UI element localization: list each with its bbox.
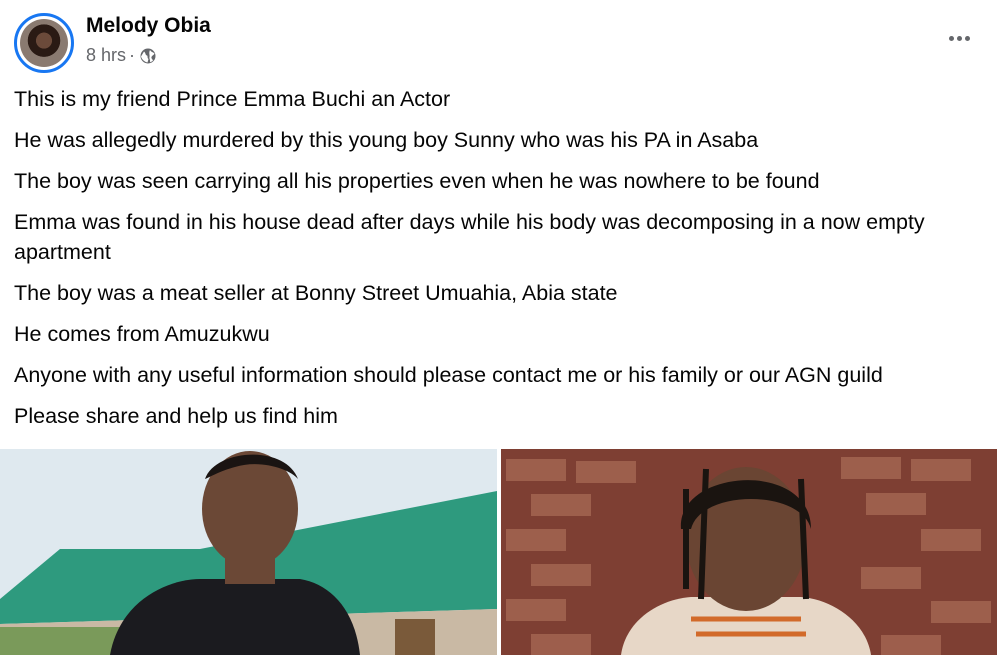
photo-left[interactable]	[0, 449, 497, 655]
post-line: This is my friend Prince Emma Buchi an A…	[14, 87, 451, 111]
post-line: He was allegedly murdered by this young …	[14, 128, 759, 152]
photo-grid	[0, 449, 997, 655]
meta-separator: ·	[129, 45, 136, 65]
post-line: Anyone with any useful information shoul…	[14, 363, 883, 387]
globe-icon[interactable]	[139, 47, 157, 65]
more-dot	[964, 35, 970, 41]
photo-right[interactable]	[501, 449, 997, 655]
post-line: Please share and help us find him	[14, 404, 338, 428]
post-timestamp[interactable]: 8 hrs	[86, 45, 126, 66]
more-options-icon[interactable]	[945, 26, 973, 50]
more-dot	[956, 35, 962, 41]
post-text: This is my friend Prince Emma Buchi an A…	[14, 84, 974, 442]
post-line: The boy was seen carrying all his proper…	[14, 169, 820, 193]
avatar-image	[20, 19, 68, 67]
avatar[interactable]	[14, 13, 74, 73]
post-header: Melody Obia 8 hrs ·	[0, 0, 997, 80]
author-name[interactable]: Melody Obia	[86, 14, 211, 38]
post-line: Emma was found in his house dead after d…	[14, 210, 925, 264]
more-dot	[948, 35, 954, 41]
post-meta: 8 hrs ·	[86, 45, 157, 66]
post-line: The boy was a meat seller at Bonny Stree…	[14, 281, 618, 305]
post-line: He comes from Amuzukwu	[14, 322, 270, 346]
